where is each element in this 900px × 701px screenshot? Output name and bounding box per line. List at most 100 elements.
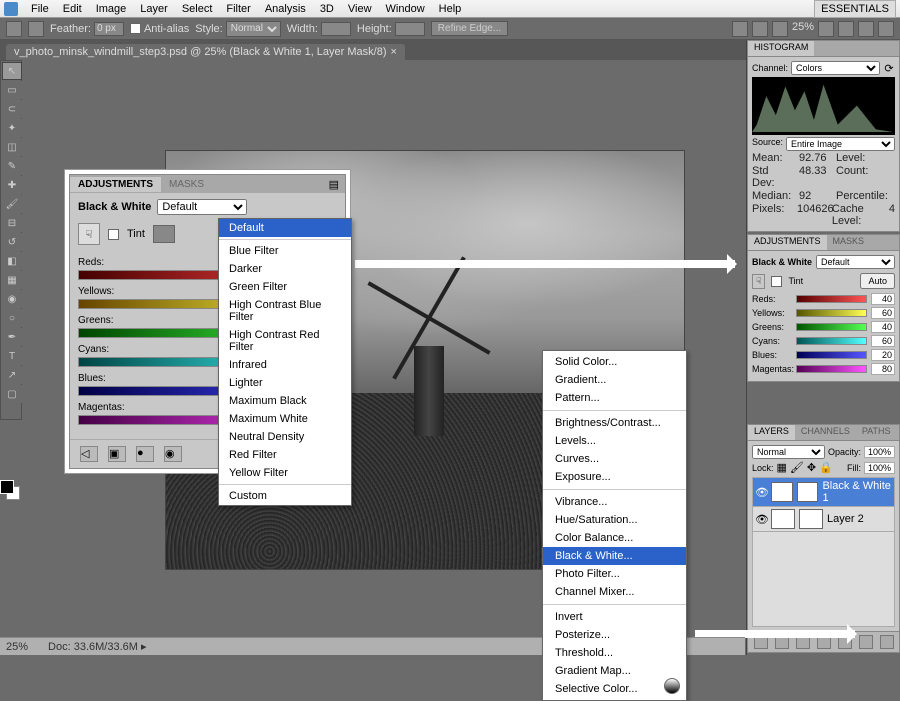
dropdown-item[interactable]: Maximum Black bbox=[219, 392, 351, 410]
dropdown-item[interactable]: Neutral Density bbox=[219, 428, 351, 446]
style-select[interactable]: Normal bbox=[226, 21, 281, 37]
menu-edit[interactable]: Edit bbox=[56, 1, 89, 17]
wand-tool[interactable]: ✦ bbox=[2, 119, 22, 137]
lasso-tool[interactable]: ⊂ bbox=[2, 100, 22, 118]
color-slider[interactable]: Cyans:60 bbox=[752, 335, 895, 347]
popup-preset-select[interactable]: Default bbox=[157, 199, 247, 215]
popup-hand-icon[interactable]: ☟ bbox=[78, 223, 100, 245]
gradient-tool[interactable]: ▦ bbox=[2, 271, 22, 289]
lock-position-icon[interactable]: ✥ bbox=[807, 461, 816, 474]
foreground-color-swatch[interactable] bbox=[0, 480, 14, 494]
lock-all-icon[interactable]: 🔒 bbox=[819, 461, 833, 474]
context-menu-item[interactable]: Channel Mixer... bbox=[543, 583, 686, 601]
visibility-eye-icon[interactable]: 👁 bbox=[755, 513, 767, 525]
masks-tab[interactable]: MASKS bbox=[827, 235, 871, 250]
menu-select[interactable]: Select bbox=[175, 1, 220, 17]
dropdown-item[interactable]: Blue Filter bbox=[219, 242, 351, 260]
color-slider[interactable]: Reds:40 bbox=[752, 293, 895, 305]
adjustment-layer-menu[interactable]: Solid Color...Gradient...Pattern...Brigh… bbox=[542, 350, 687, 701]
expand-icon[interactable]: ▣ bbox=[108, 446, 126, 462]
path-tool[interactable]: ↗ bbox=[2, 366, 22, 384]
context-menu-item[interactable]: Curves... bbox=[543, 450, 686, 468]
zoom-tool-icon[interactable] bbox=[838, 21, 854, 37]
shape-tool[interactable]: ▢ bbox=[2, 385, 22, 403]
feather-input[interactable] bbox=[94, 22, 124, 36]
rotate-icon[interactable] bbox=[858, 21, 874, 37]
adjustment-layer-button-icon[interactable] bbox=[664, 678, 680, 694]
screen-mode-icon[interactable] bbox=[772, 21, 788, 37]
tab-close-icon[interactable]: × bbox=[391, 46, 397, 58]
dropdown-item[interactable]: Infrared bbox=[219, 356, 351, 374]
menu-help[interactable]: Help bbox=[432, 1, 469, 17]
adjustments-tab[interactable]: ADJUSTMENTS bbox=[748, 235, 827, 250]
clip-icon[interactable]: ● bbox=[136, 446, 154, 462]
dropdown-item[interactable]: Maximum White bbox=[219, 410, 351, 428]
preset-select[interactable]: Default bbox=[816, 255, 895, 269]
launch-bridge-icon[interactable] bbox=[732, 21, 748, 37]
context-menu-item[interactable]: Hue/Saturation... bbox=[543, 511, 686, 529]
status-zoom[interactable]: 25% bbox=[6, 641, 28, 653]
refine-edge-button[interactable]: Refine Edge... bbox=[431, 21, 508, 36]
preset-dropdown[interactable]: DefaultBlue FilterDarkerGreen FilterHigh… bbox=[218, 218, 352, 506]
context-menu-item[interactable]: Vibrance... bbox=[543, 493, 686, 511]
dropdown-item[interactable]: Green Filter bbox=[219, 278, 351, 296]
brush-tool[interactable]: 🖌 bbox=[2, 195, 22, 213]
arrange-icon[interactable] bbox=[752, 21, 768, 37]
context-menu-item[interactable]: Photo Filter... bbox=[543, 565, 686, 583]
marquee-mode-icon[interactable] bbox=[28, 21, 44, 37]
antialias-checkbox[interactable] bbox=[130, 23, 141, 34]
heal-tool[interactable]: ✚ bbox=[2, 176, 22, 194]
move-tool[interactable]: ↖ bbox=[2, 62, 22, 80]
context-menu-item[interactable]: Exposure... bbox=[543, 468, 686, 486]
context-menu-item[interactable]: Pattern... bbox=[543, 389, 686, 407]
context-menu-item[interactable]: Invert bbox=[543, 608, 686, 626]
context-menu-item[interactable]: Black & White... bbox=[543, 547, 686, 565]
context-menu-item[interactable]: Brightness/Contrast... bbox=[543, 414, 686, 432]
source-select[interactable]: Entire Image bbox=[786, 137, 895, 151]
color-swatches[interactable] bbox=[0, 480, 22, 510]
auto-button[interactable]: Auto bbox=[860, 273, 895, 289]
context-menu-item[interactable]: Gradient Map... bbox=[543, 662, 686, 680]
tint-checkbox[interactable] bbox=[771, 276, 782, 287]
delete-layer-icon[interactable] bbox=[880, 635, 894, 649]
context-menu-item[interactable]: Threshold... bbox=[543, 644, 686, 662]
eyedropper-tool[interactable]: ✎ bbox=[2, 157, 22, 175]
channels-tab[interactable]: CHANNELS bbox=[795, 425, 856, 440]
dropdown-item[interactable]: Lighter bbox=[219, 374, 351, 392]
menu-layer[interactable]: Layer bbox=[133, 1, 175, 17]
paths-tab[interactable]: PATHS bbox=[856, 425, 897, 440]
color-slider[interactable]: Yellows:60 bbox=[752, 307, 895, 319]
width-input[interactable] bbox=[321, 22, 351, 36]
fill-value[interactable]: 100% bbox=[864, 462, 895, 474]
lock-transparency-icon[interactable]: ▦ bbox=[777, 461, 787, 474]
menu-filter[interactable]: Filter bbox=[219, 1, 257, 17]
visibility-eye-icon[interactable]: 👁 bbox=[755, 486, 767, 498]
dropdown-item[interactable]: Darker bbox=[219, 260, 351, 278]
color-slider[interactable]: Magentas:80 bbox=[752, 363, 895, 375]
popup-menu-icon[interactable]: ▤ bbox=[323, 178, 345, 191]
context-menu-item[interactable]: Posterize... bbox=[543, 626, 686, 644]
history-brush-tool[interactable]: ↺ bbox=[2, 233, 22, 251]
opacity-value[interactable]: 100% bbox=[864, 446, 895, 458]
extras-icon[interactable] bbox=[878, 21, 894, 37]
dropdown-item[interactable]: High Contrast Red Filter bbox=[219, 326, 351, 356]
zoom-display[interactable]: 25% bbox=[792, 21, 814, 37]
tool-preset-icon[interactable] bbox=[6, 21, 22, 37]
dropdown-item[interactable]: Red Filter bbox=[219, 446, 351, 464]
marquee-tool[interactable]: ▭ bbox=[2, 81, 22, 99]
menu-analysis[interactable]: Analysis bbox=[258, 1, 313, 17]
type-tool[interactable]: T bbox=[2, 347, 22, 365]
document-tab[interactable]: v_photo_minsk_windmill_step3.psd @ 25% (… bbox=[6, 44, 405, 60]
menu-3d[interactable]: 3D bbox=[313, 1, 341, 17]
menu-window[interactable]: Window bbox=[379, 1, 432, 17]
visibility-icon[interactable]: ◉ bbox=[164, 446, 182, 462]
dropdown-item[interactable]: Custom bbox=[219, 487, 351, 505]
layer-row[interactable]: 👁Black & White 1 bbox=[753, 478, 894, 507]
menu-view[interactable]: View bbox=[341, 1, 379, 17]
histogram-tab[interactable]: HISTOGRAM bbox=[748, 41, 814, 56]
lock-pixels-icon[interactable]: 🖌 bbox=[790, 461, 804, 474]
height-input[interactable] bbox=[395, 22, 425, 36]
hand-tool-icon[interactable] bbox=[818, 21, 834, 37]
context-menu-item[interactable]: Gradient... bbox=[543, 371, 686, 389]
eraser-tool[interactable]: ◧ bbox=[2, 252, 22, 270]
